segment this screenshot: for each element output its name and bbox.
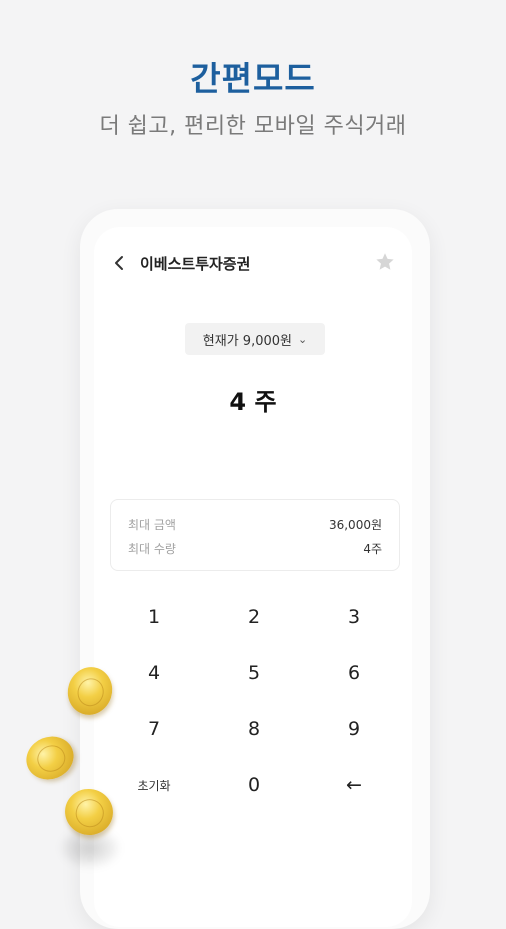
max-quantity-label: 최대 수량: [128, 541, 176, 556]
key-8[interactable]: 8: [204, 701, 304, 757]
phone-frame: 이베스트투자증권 현재가 9,000원 ⌄ 4 주 최대 금액 36,000원 …: [80, 209, 430, 929]
price-label: 현재가 9,000원: [202, 333, 292, 349]
key-6[interactable]: 6: [304, 645, 404, 701]
key-3[interactable]: 3: [304, 589, 404, 645]
order-info-box: 최대 금액 36,000원 최대 수량 4주: [110, 499, 400, 571]
max-amount-row: 최대 금액 36,000원: [128, 514, 382, 534]
backspace-icon[interactable]: ←: [304, 757, 404, 813]
key-1[interactable]: 1: [104, 589, 204, 645]
max-amount-label: 최대 금액: [128, 517, 176, 532]
hero-subtitle: 더 쉽고, 편리한 모바일 주식거래: [99, 114, 407, 139]
key-9[interactable]: 9: [304, 701, 404, 757]
stock-name: 이베스트투자증권: [140, 255, 251, 273]
app-header: 이베스트투자증권: [94, 227, 412, 277]
max-quantity-row: 최대 수량 4주: [128, 538, 382, 558]
max-amount-value: 36,000원: [328, 517, 382, 532]
max-quantity-value: 4주: [363, 541, 382, 556]
hero-title: 간편모드: [190, 59, 316, 98]
gold-coin-icon: [19, 729, 81, 787]
key-0[interactable]: 0: [204, 757, 304, 813]
key-7[interactable]: 7: [104, 701, 204, 757]
number-keypad: 1 2 3 4 5 6 7 8 9 초기화 0 ←: [104, 589, 404, 813]
key-2[interactable]: 2: [204, 589, 304, 645]
reset-button[interactable]: 초기화: [104, 757, 204, 813]
chevron-down-icon: ⌄: [297, 332, 308, 346]
star-icon[interactable]: [374, 251, 396, 273]
key-4[interactable]: 4: [104, 645, 204, 701]
key-5[interactable]: 5: [204, 645, 304, 701]
price-dropdown[interactable]: 현재가 9,000원 ⌄: [185, 323, 325, 355]
phone-screen: 이베스트투자증권 현재가 9,000원 ⌄ 4 주 최대 금액 36,000원 …: [94, 227, 412, 927]
chevron-left-icon[interactable]: [112, 255, 126, 271]
order-quantity: 4 주: [229, 388, 277, 416]
